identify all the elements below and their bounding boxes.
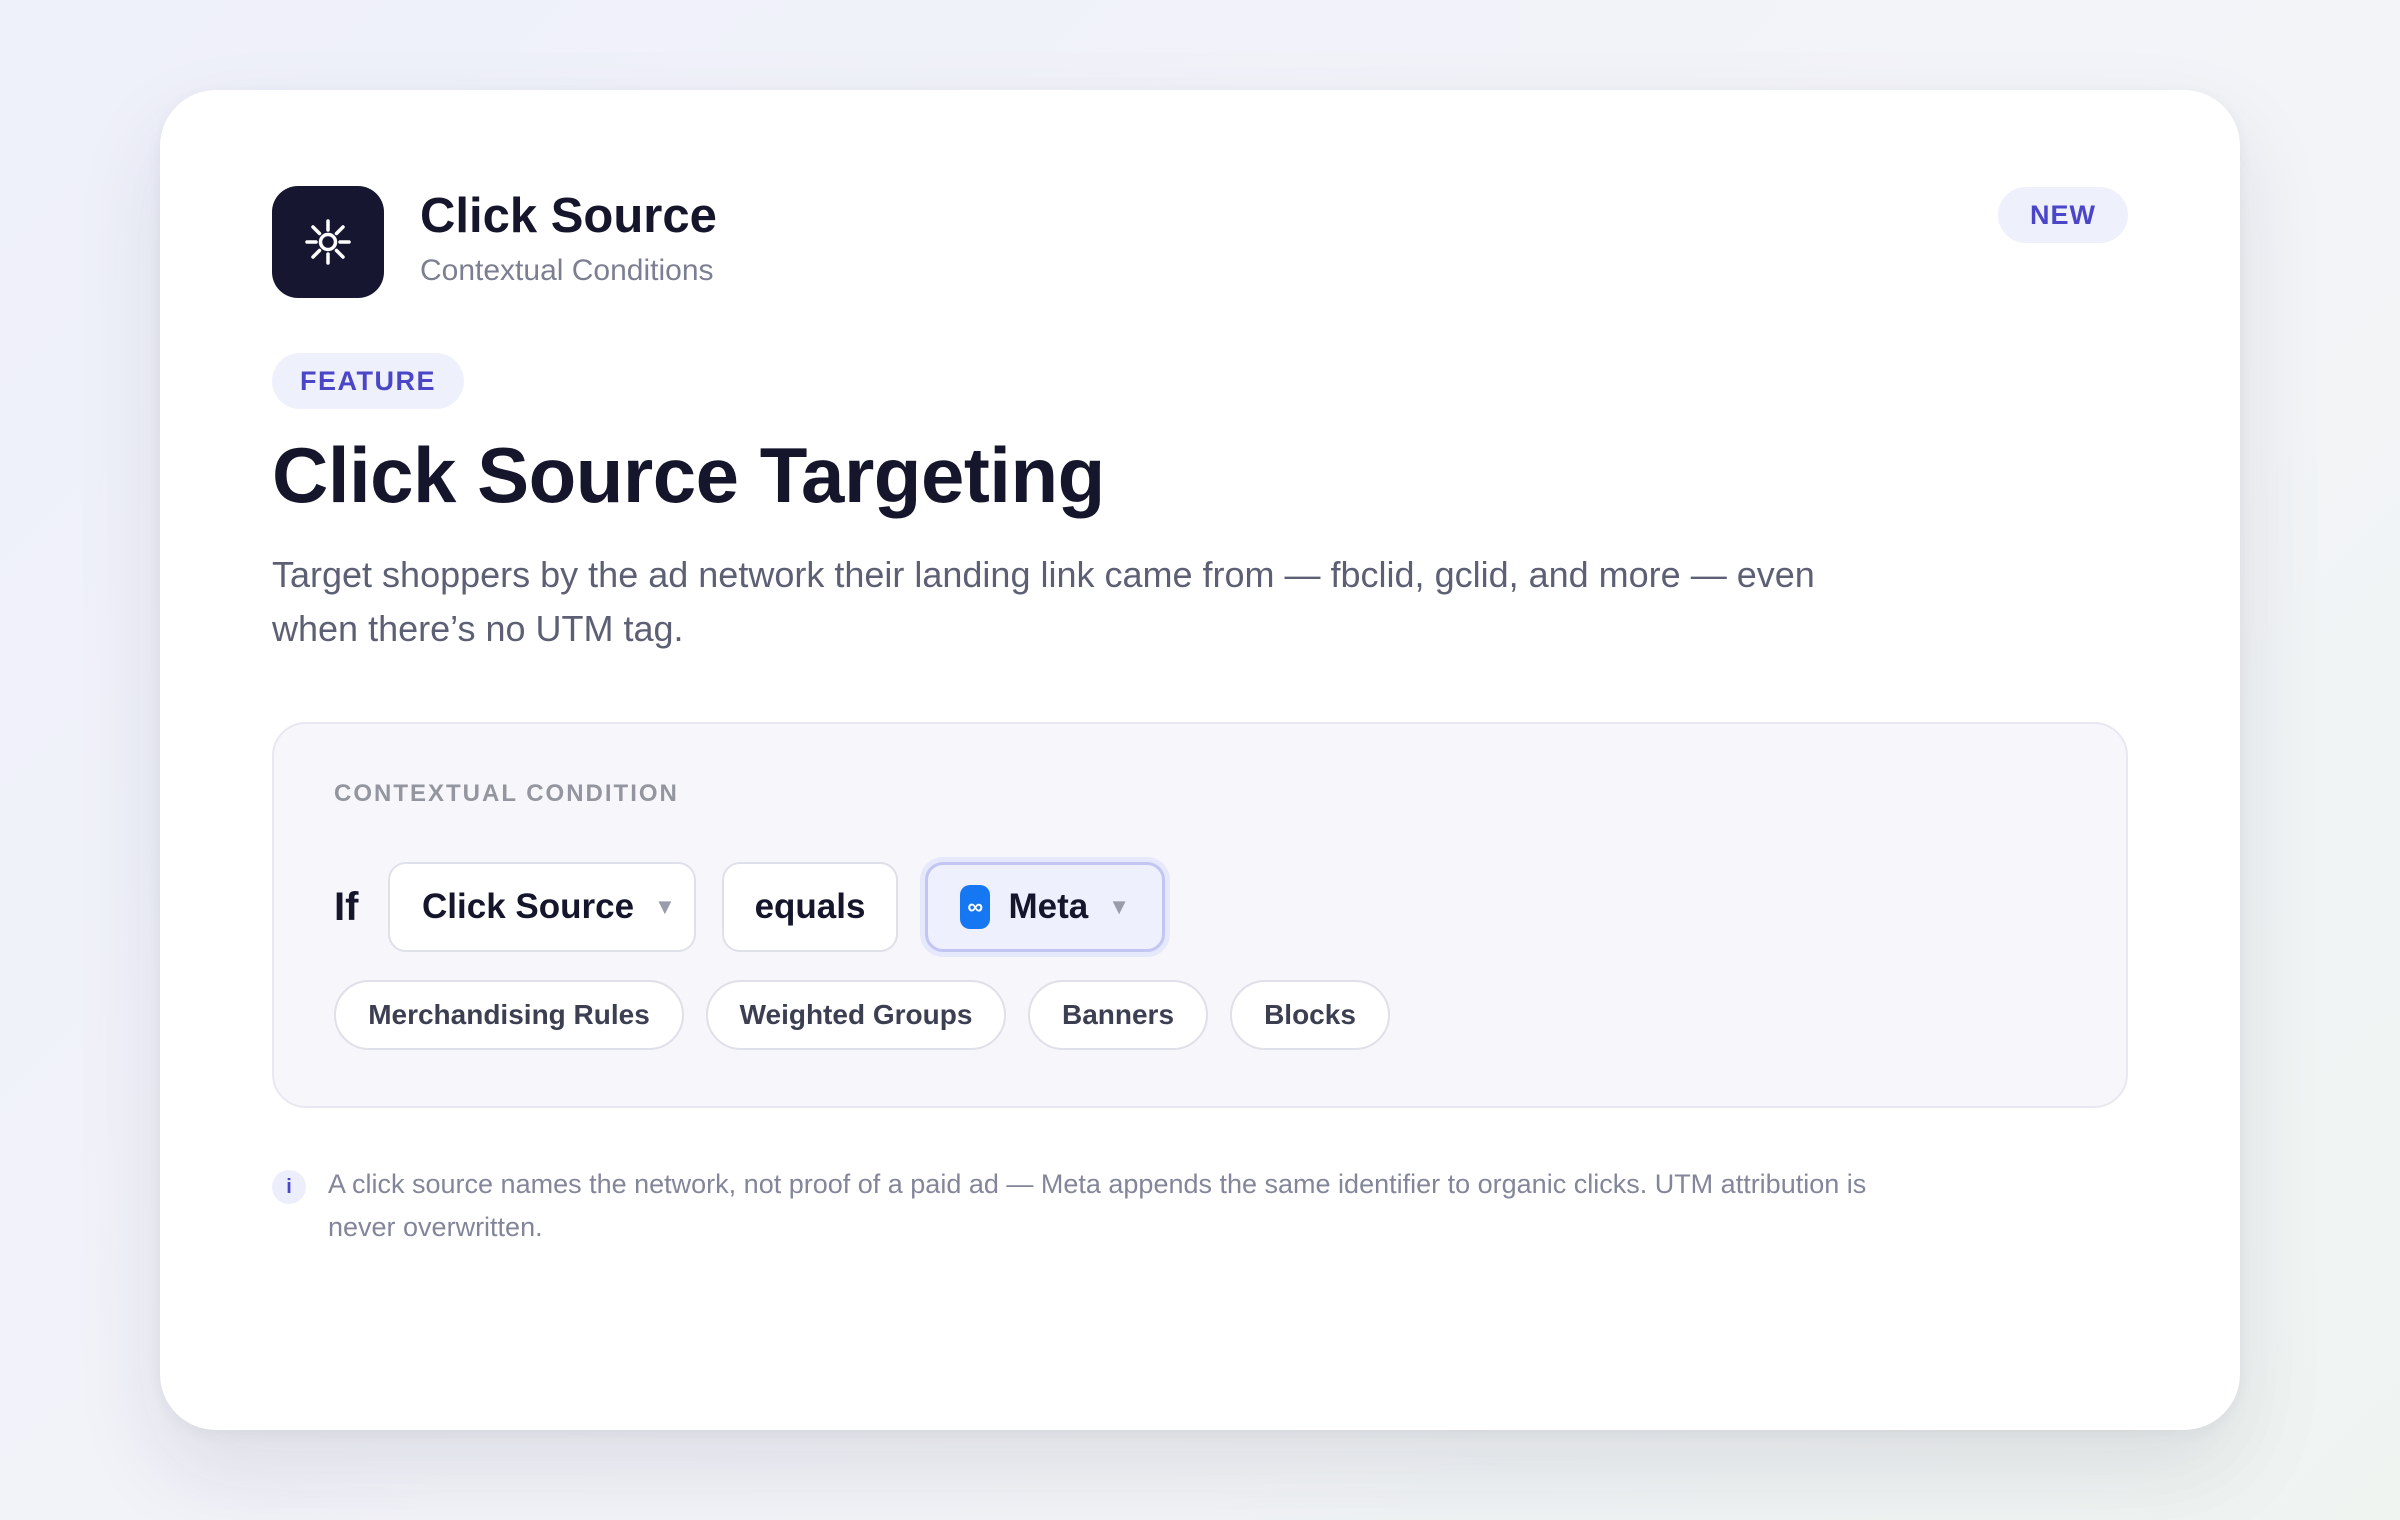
- if-label: If: [334, 885, 359, 929]
- scope-pill-weighted-groups[interactable]: Weighted Groups: [706, 980, 1006, 1050]
- scope-pill-banners[interactable]: Banners: [1028, 980, 1208, 1050]
- new-badge: NEW: [1998, 187, 2128, 243]
- scope-pill-merchandising-rules[interactable]: Merchandising Rules: [334, 980, 684, 1050]
- scope-pill-blocks[interactable]: Blocks: [1230, 980, 1390, 1050]
- contextual-condition-panel: CONTEXTUAL CONDITION If Click Source ▼ e…: [272, 722, 2128, 1108]
- feature-description: Target shoppers by the ad network their …: [272, 554, 1815, 649]
- chevron-down-icon: ▼: [654, 894, 676, 919]
- operator-select-label: equals: [754, 887, 866, 926]
- gear-sparkle-icon: [272, 186, 384, 298]
- field-select[interactable]: Click Source ▼: [388, 862, 696, 952]
- info-note: A click source names the network, not pr…: [328, 1169, 1867, 1242]
- feature-badge: FEATURE: [272, 353, 464, 409]
- value-select[interactable]: ∞ Meta ▼: [925, 862, 1165, 952]
- meta-icon: ∞: [960, 885, 991, 929]
- feature-headline: Click Source Targeting: [272, 431, 1105, 519]
- chevron-down-icon: ▼: [1108, 894, 1130, 919]
- operator-select[interactable]: equals: [722, 862, 898, 952]
- app-subtitle: Contextual Conditions: [420, 254, 714, 287]
- field-select-label: Click Source: [422, 887, 635, 926]
- panel-label: CONTEXTUAL CONDITION: [334, 780, 679, 807]
- app-title: Click Source: [420, 189, 717, 243]
- feature-card: Click Source Contextual Conditions NEW F…: [160, 90, 2240, 1430]
- value-select-label: Meta: [1008, 887, 1089, 926]
- info-icon: i: [272, 1170, 306, 1204]
